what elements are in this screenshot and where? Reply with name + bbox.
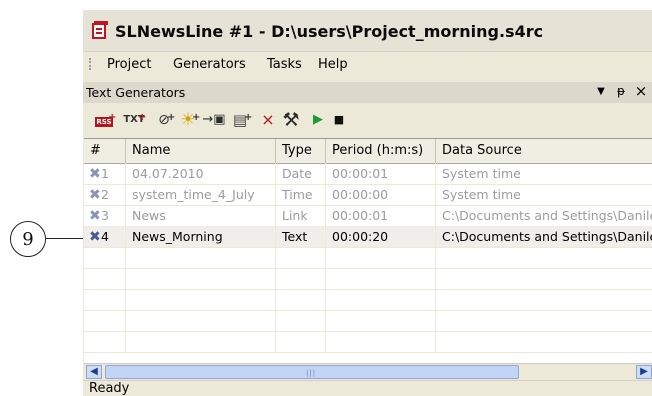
app-icon	[92, 21, 108, 39]
row-number-cell: ✖ 4	[84, 226, 126, 247]
row-source: System time	[442, 187, 521, 202]
table-row[interactable]: ✖ 4 News_Morning Text 00:00:20 C:\Docume…	[84, 226, 652, 248]
row-period: 00:00:01	[326, 205, 436, 226]
row-name: system_time_4_July	[126, 184, 276, 205]
status-text: Ready	[89, 381, 130, 396]
panel-close-icon[interactable]: ×	[634, 82, 648, 100]
table-row[interactable]: ✖ 2 system_time_4_July Time 00:00:00 Sys…	[84, 184, 652, 206]
row-name: 04.07.2010	[126, 163, 276, 184]
add-rss-icon[interactable]: RSS +	[95, 110, 117, 130]
row-number-cell: ✖ 3	[84, 205, 126, 226]
settings-tools-icon[interactable]: ⚒	[279, 110, 303, 130]
title-bar[interactable]: SLNewsLine #1 - D:\users\Project_morning…	[83, 10, 652, 52]
empty-row	[84, 331, 652, 353]
panel-dropdown-icon[interactable]: ▼	[594, 86, 608, 97]
table-row[interactable]: ✖ 1 04.07.2010 Date 00:00:01 System time	[84, 163, 652, 185]
stop-icon[interactable]: ■	[331, 110, 347, 130]
row-source: C:\Documents and Settings\Danile	[442, 229, 652, 244]
row-type: Time	[276, 184, 326, 205]
row-source: System time	[442, 166, 521, 181]
empty-row	[84, 289, 652, 311]
menu-tasks[interactable]: Tasks	[265, 56, 304, 73]
add-date-icon[interactable]: ☀ +	[177, 110, 200, 130]
menu-project[interactable]: Project	[105, 56, 153, 73]
row-period: 00:00:00	[326, 184, 436, 205]
row-period: 00:00:01	[326, 163, 436, 184]
add-doc-icon[interactable]: ▤ +	[229, 110, 252, 130]
col-type[interactable]: Type	[276, 139, 326, 163]
col-data-source[interactable]: Data Source	[436, 139, 652, 163]
row-number-cell: ✖ 1	[84, 163, 126, 184]
horizontal-scrollbar[interactable]: ◀ ||| ▶	[84, 363, 652, 380]
row-type: Link	[276, 205, 326, 226]
row-type: Date	[276, 163, 326, 184]
scroll-right-icon[interactable]: ▶	[636, 365, 652, 379]
menu-bar: Project Generators Tasks Help	[83, 53, 652, 76]
add-time-icon[interactable]: ⊘ +	[155, 110, 175, 130]
panel-title: Text Generators	[86, 85, 186, 100]
table-header: # Name Type Period (h:m:s) Data Source	[84, 139, 652, 164]
plus-icon: +	[108, 112, 117, 123]
row-number-cell: ✖ 2	[84, 184, 126, 205]
window-title: SLNewsLine #1 - D:\users\Project_morning…	[115, 22, 544, 41]
panel-pin-icon[interactable]: ᵽ	[614, 84, 628, 98]
row-type: Text	[276, 226, 326, 247]
col-number[interactable]: #	[84, 139, 126, 163]
table-row[interactable]: ✖ 3 News Link 00:00:01 C:\Documents and …	[84, 205, 652, 227]
menu-grip	[89, 58, 93, 70]
menu-generators[interactable]: Generators	[171, 56, 248, 73]
generators-table: # Name Type Period (h:m:s) Data Source ✖…	[84, 138, 652, 364]
scroll-thumb[interactable]: |||	[105, 365, 519, 379]
import-icon[interactable]: →▣	[202, 110, 226, 130]
add-txt-icon[interactable]: TXT +	[123, 110, 147, 130]
grip-icon: |||	[306, 369, 317, 377]
row-source: C:\Documents and Settings\Danile	[442, 208, 652, 223]
row-name: News_Morning	[126, 226, 276, 247]
menu-help[interactable]: Help	[316, 56, 350, 73]
row-name: News	[126, 205, 276, 226]
panel-header: Text Generators ▼ ᵽ ×	[83, 82, 652, 103]
scroll-left-icon[interactable]: ◀	[86, 365, 102, 379]
col-period[interactable]: Period (h:m:s)	[326, 139, 436, 163]
row-period: 00:00:20	[326, 226, 436, 247]
empty-row	[84, 247, 652, 269]
callout-circle: 9	[10, 221, 46, 257]
play-icon[interactable]: ▶	[309, 110, 327, 130]
plus-icon: +	[138, 112, 147, 123]
delete-icon[interactable]: ×	[260, 110, 276, 130]
callout-number: 9	[22, 228, 34, 250]
status-bar: Ready	[83, 380, 652, 396]
app-window: SLNewsLine #1 - D:\users\Project_morning…	[83, 10, 652, 396]
col-name[interactable]: Name	[126, 139, 276, 163]
empty-row	[84, 268, 652, 290]
toolbar: RSS + TXT + ⊘ + ☀ + →▣ ▤ + × ⚒ ▶ ■	[83, 104, 652, 136]
empty-row	[84, 310, 652, 332]
